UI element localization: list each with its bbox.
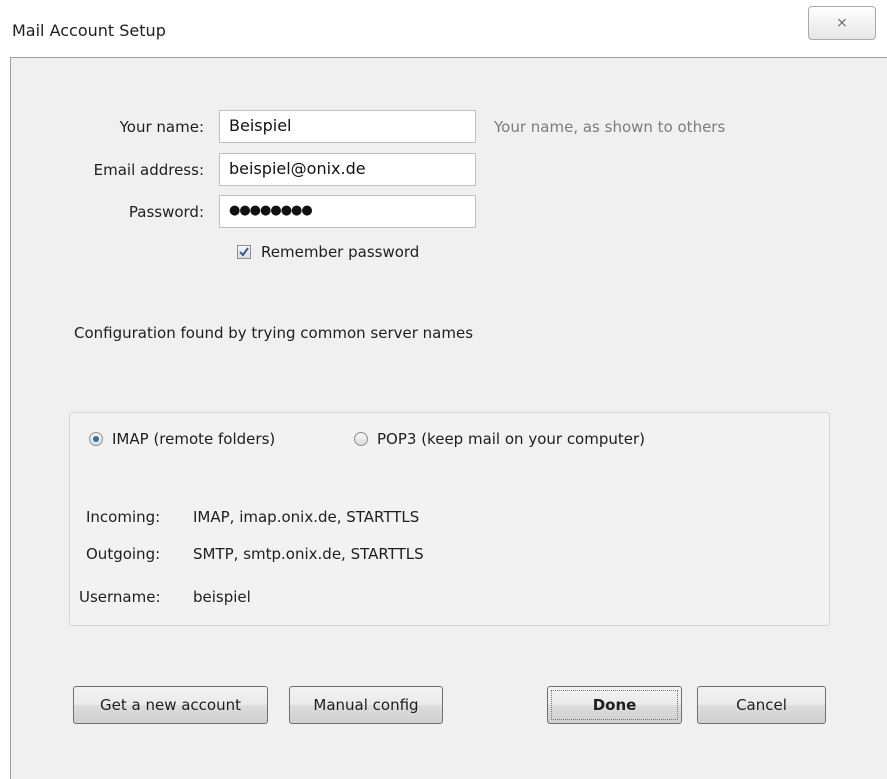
checkmark-icon: [239, 247, 249, 257]
username-label: Username:: [79, 588, 161, 606]
email-input[interactable]: beispiel@onix.de: [219, 153, 476, 186]
window-title: Mail Account Setup: [12, 21, 166, 40]
imap-radio-label[interactable]: IMAP (remote folders): [112, 430, 275, 448]
outgoing-label: Outgoing:: [86, 545, 161, 563]
outgoing-value: SMTP, smtp.onix.de, STARTTLS: [193, 545, 424, 563]
incoming-label: Incoming:: [86, 508, 161, 526]
password-input[interactable]: ●●●●●●●●: [219, 195, 476, 228]
name-label: Your name:: [119, 118, 204, 136]
password-label: Password:: [128, 203, 204, 221]
close-button[interactable]: ⨯: [808, 6, 876, 40]
email-label: Email address:: [93, 161, 204, 179]
name-input[interactable]: Beispiel: [219, 110, 476, 143]
username-value: beispiel: [193, 588, 251, 606]
remember-password-checkbox[interactable]: [237, 245, 251, 259]
get-new-account-label: Get a new account: [100, 696, 241, 714]
radio-selected-dot: [93, 436, 99, 442]
close-icon: ⨯: [836, 15, 848, 31]
remember-password-label: Remember password: [261, 243, 420, 261]
manual-config-button[interactable]: Manual config: [289, 686, 443, 724]
manual-config-label: Manual config: [313, 696, 419, 714]
imap-radio[interactable]: [89, 432, 103, 446]
done-label: Done: [592, 696, 637, 714]
pop3-radio-label[interactable]: POP3 (keep mail on your computer): [377, 430, 645, 448]
config-status-message: Configuration found by trying common ser…: [74, 324, 474, 342]
name-hint: Your name, as shown to others: [494, 118, 726, 136]
pop3-radio[interactable]: [354, 432, 368, 446]
cancel-label: Cancel: [736, 696, 787, 714]
get-new-account-button[interactable]: Get a new account: [73, 686, 268, 724]
cancel-button[interactable]: Cancel: [697, 686, 826, 724]
done-button[interactable]: Done: [547, 686, 682, 724]
incoming-value: IMAP, imap.onix.de, STARTTLS: [193, 508, 420, 526]
